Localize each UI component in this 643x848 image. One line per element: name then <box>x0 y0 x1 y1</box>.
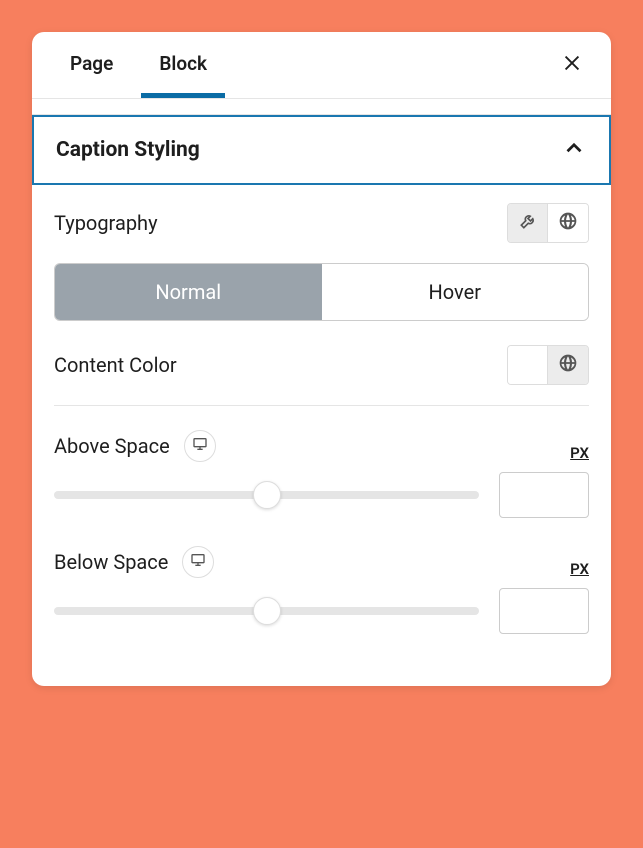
tab-page[interactable]: Page <box>52 32 131 98</box>
content-color-row: Content Color <box>54 345 589 385</box>
typography-settings-button[interactable] <box>508 204 548 242</box>
typography-controls <box>507 203 589 243</box>
below-space-slider[interactable] <box>54 607 479 615</box>
state-toggle: Normal Hover <box>54 263 589 321</box>
above-space-input[interactable] <box>499 472 589 518</box>
above-space-unit[interactable]: PX <box>570 444 589 462</box>
typography-label: Typography <box>54 211 158 235</box>
settings-panel: Page Block Caption Styling Typography <box>32 32 611 686</box>
above-space-device-button[interactable] <box>184 430 216 462</box>
below-space-control: Below Space PX <box>54 546 589 634</box>
below-space-unit[interactable]: PX <box>570 560 589 578</box>
content-color-global-button[interactable] <box>548 346 588 384</box>
desktop-icon <box>190 552 206 572</box>
typography-row: Typography <box>54 203 589 243</box>
above-space-control: Above Space PX <box>54 430 589 518</box>
wrench-icon <box>518 211 538 235</box>
toggle-hover[interactable]: Hover <box>322 264 589 320</box>
globe-icon <box>558 211 578 235</box>
divider <box>54 405 589 406</box>
globe-icon <box>558 353 578 377</box>
toggle-normal[interactable]: Normal <box>55 264 322 320</box>
section-header-caption-styling[interactable]: Caption Styling <box>32 115 611 185</box>
content-color-controls <box>507 345 589 385</box>
content-color-label: Content Color <box>54 353 177 377</box>
spacer <box>32 99 611 115</box>
below-space-input[interactable] <box>499 588 589 634</box>
section-title: Caption Styling <box>56 138 200 162</box>
below-space-label: Below Space <box>54 550 168 574</box>
chevron-up-icon <box>561 135 587 165</box>
above-space-slider-row <box>54 472 589 518</box>
close-button[interactable] <box>553 44 591 86</box>
above-space-slider[interactable] <box>54 491 479 499</box>
above-space-slider-thumb[interactable] <box>253 481 281 509</box>
tabs-row: Page Block <box>32 32 611 99</box>
above-space-header: Above Space PX <box>54 430 589 462</box>
section-body: Typography <box>32 185 611 686</box>
below-space-slider-thumb[interactable] <box>253 597 281 625</box>
desktop-icon <box>192 436 208 456</box>
below-space-label-group: Below Space <box>54 546 214 578</box>
above-space-label-group: Above Space <box>54 430 216 462</box>
below-space-slider-row <box>54 588 589 634</box>
below-space-header: Below Space PX <box>54 546 589 578</box>
color-picker-button[interactable] <box>508 346 548 384</box>
below-space-device-button[interactable] <box>182 546 214 578</box>
above-space-label: Above Space <box>54 434 170 458</box>
typography-global-button[interactable] <box>548 204 588 242</box>
tab-block[interactable]: Block <box>141 32 225 98</box>
close-icon <box>561 52 583 78</box>
